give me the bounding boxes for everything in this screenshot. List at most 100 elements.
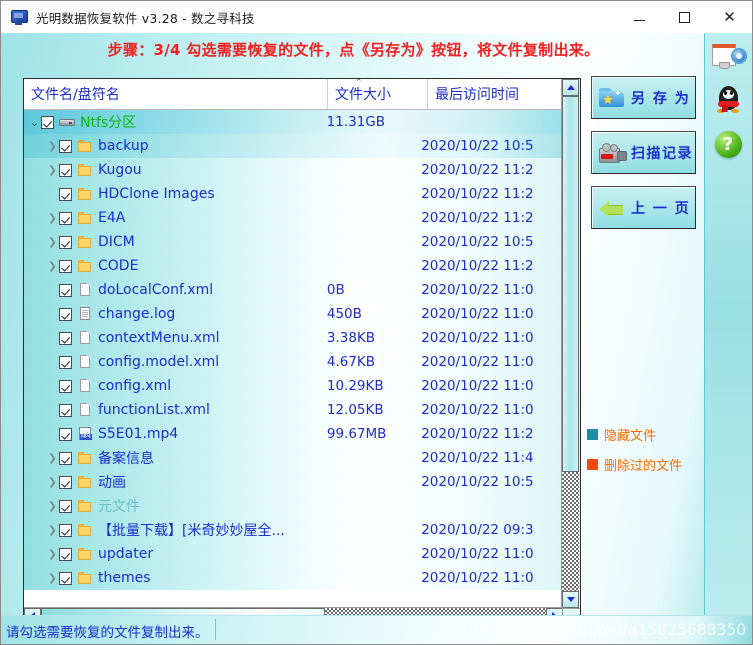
- chevron-right-icon[interactable]: ❯: [46, 518, 59, 542]
- table-row[interactable]: ⌄ Ntfs分区 11.31GB: [24, 110, 563, 134]
- twisty-spacer: [46, 326, 59, 350]
- chevron-right-icon[interactable]: ❯: [46, 494, 59, 518]
- table-row[interactable]: MP4 S5E01.mp4 99.67MB 2020/10/22 11:2: [24, 422, 563, 446]
- table-row[interactable]: functionList.xml 12.05KB 2020/10/22 11:0: [24, 398, 563, 422]
- chevron-down-icon[interactable]: ⌄: [28, 110, 41, 134]
- table-row[interactable]: config.model.xml 4.67KB 2020/10/22 11:0: [24, 350, 563, 374]
- maximize-button[interactable]: [662, 1, 707, 33]
- scan-records-label: 扫描记录: [631, 145, 693, 162]
- scroll-down-button[interactable]: [562, 591, 579, 608]
- column-header-name[interactable]: 文件名/盘符名: [24, 79, 328, 109]
- table-row[interactable]: change.log 450B 2020/10/22 11:0: [24, 302, 563, 326]
- file-time-cell: 2020/10/22 10:5: [421, 138, 534, 154]
- chevron-right-icon[interactable]: ❯: [46, 254, 59, 278]
- chevron-right-icon[interactable]: ❯: [46, 470, 59, 494]
- table-row[interactable]: ❯ 动画 2020/10/22 10:5: [24, 470, 563, 494]
- row-checkbox[interactable]: [59, 355, 72, 369]
- file-list-panel: 文件名/盘符名 ⌃ 文件大小 最后访问时间 ⌄ Ntfs分区 11.31GB ❯ bac…: [23, 78, 581, 626]
- row-checkbox[interactable]: [59, 451, 72, 465]
- file-time-cell: 2020/10/22 09:3: [421, 522, 534, 538]
- table-row[interactable]: contextMenu.xml 3.38KB 2020/10/22 11:0: [24, 326, 563, 350]
- file-name-cell: ❯ Kugou: [24, 158, 320, 182]
- file-name-label: updater: [98, 546, 154, 562]
- scan-records-button[interactable]: 扫描记录: [591, 131, 696, 174]
- table-row[interactable]: ❯ themes 2020/10/22 11:0: [24, 566, 563, 590]
- folder-icon: [77, 258, 93, 274]
- step-banner: 步骤：3/4 勾选需要恢复的文件，点《另存为》按钮，将文件复制出来。: [107, 41, 600, 59]
- file-name-cell: config.xml: [24, 374, 320, 398]
- table-row[interactable]: doLocalConf.xml 0B 2020/10/22 11:0: [24, 278, 563, 302]
- vertical-scroll-thumb[interactable]: [562, 96, 579, 472]
- settings-message-icon[interactable]: [711, 39, 747, 75]
- file-time-cell: 2020/10/22 11:0: [421, 378, 534, 394]
- chevron-right-icon[interactable]: ❯: [46, 230, 59, 254]
- row-checkbox[interactable]: [59, 211, 72, 225]
- folder-icon: [77, 210, 93, 226]
- row-checkbox[interactable]: [59, 427, 72, 441]
- table-row[interactable]: ❯ E4A 2020/10/22 11:2: [24, 206, 563, 230]
- row-checkbox[interactable]: [59, 259, 72, 273]
- column-header-time[interactable]: 最后访问时间: [428, 79, 563, 109]
- file-name-label: 元文件: [98, 499, 140, 515]
- scroll-up-button[interactable]: [562, 79, 579, 96]
- file-name-cell: contextMenu.xml: [24, 326, 320, 350]
- column-header-size[interactable]: ⌃ 文件大小: [328, 79, 428, 109]
- file-name-cell: ❯ CODE: [24, 254, 320, 278]
- file-name-cell: functionList.xml: [24, 398, 320, 422]
- previous-page-button[interactable]: 上 一 页: [591, 186, 696, 229]
- file-size-cell: 10.29KB: [326, 378, 384, 394]
- table-row[interactable]: config.xml 10.29KB 2020/10/22 11:0: [24, 374, 563, 398]
- row-checkbox[interactable]: [41, 115, 54, 129]
- file-time-cell: 2020/10/22 11:0: [421, 306, 534, 322]
- file-name-label: change.log: [98, 306, 176, 322]
- row-checkbox[interactable]: [59, 139, 72, 153]
- file-grid: 文件名/盘符名 ⌃ 文件大小 最后访问时间 ⌄ Ntfs分区 11.31GB ❯ bac…: [24, 79, 563, 608]
- vertical-scroll-track[interactable]: [562, 96, 579, 591]
- legend-swatch-deleted: [587, 459, 598, 470]
- row-checkbox[interactable]: [59, 307, 72, 321]
- table-row[interactable]: ❯ 备案信息 2020/10/22 11:4: [24, 446, 563, 470]
- save-as-button[interactable]: ★ ✦ 另 存 为: [591, 76, 696, 119]
- chevron-right-icon[interactable]: ❯: [46, 158, 59, 182]
- table-row[interactable]: ❯ CODE 2020/10/22 11:2: [24, 254, 563, 278]
- row-checkbox[interactable]: [59, 283, 72, 297]
- chevron-right-icon[interactable]: ❯: [46, 134, 59, 158]
- row-checkbox[interactable]: [59, 163, 72, 177]
- table-row[interactable]: ❯ DICM 2020/10/22 10:5: [24, 230, 563, 254]
- file-time-cell: 2020/10/22 11:0: [421, 546, 534, 562]
- table-row[interactable]: ❯ backup 2020/10/22 10:5: [24, 134, 563, 158]
- row-checkbox[interactable]: [59, 571, 72, 585]
- vertical-scrollbar[interactable]: [561, 79, 580, 608]
- title-bar: 光明数据恢复软件 v3.28 - 数之寻科技 ✕: [1, 1, 752, 33]
- file-name-cell: ❯ E4A: [24, 206, 320, 230]
- table-row[interactable]: ❯ Kugou 2020/10/22 11:2: [24, 158, 563, 182]
- twisty-spacer: [46, 374, 59, 398]
- chevron-right-icon[interactable]: ❯: [46, 446, 59, 470]
- watermark-text: https://blog.csdn.net/a15825688350: [463, 620, 746, 639]
- table-row[interactable]: HDClone Images 2020/10/22 11:2: [24, 182, 563, 206]
- qq-penguin-icon[interactable]: [711, 83, 747, 119]
- row-checkbox[interactable]: [59, 499, 72, 513]
- row-checkbox[interactable]: [59, 379, 72, 393]
- table-row[interactable]: ❯ 元文件: [24, 494, 563, 518]
- action-button-column: ★ ✦ 另 存 为 扫描记录 上 一 页: [591, 76, 696, 241]
- row-checkbox[interactable]: [59, 187, 72, 201]
- minimize-button[interactable]: [617, 1, 662, 33]
- row-checkbox[interactable]: [59, 235, 72, 249]
- row-checkbox[interactable]: [59, 547, 72, 561]
- row-checkbox[interactable]: [59, 331, 72, 345]
- folder-icon: [77, 138, 93, 154]
- help-question-icon[interactable]: ?: [711, 127, 747, 163]
- legend-swatch-hidden: [587, 429, 598, 440]
- row-checkbox[interactable]: [59, 523, 72, 537]
- close-button[interactable]: ✕: [707, 1, 752, 33]
- row-checkbox[interactable]: [59, 475, 72, 489]
- table-row[interactable]: ❯ updater 2020/10/22 11:0: [24, 542, 563, 566]
- table-row[interactable]: ❯ 【批量下载】[米奇妙妙屋全... 2020/10/22 09:3: [24, 518, 563, 542]
- file-name-label: 备案信息: [98, 451, 154, 467]
- chevron-right-icon[interactable]: ❯: [46, 566, 59, 590]
- file-size-cell: 11.31GB: [326, 114, 386, 130]
- chevron-right-icon[interactable]: ❯: [46, 206, 59, 230]
- row-checkbox[interactable]: [59, 403, 72, 417]
- chevron-right-icon[interactable]: ❯: [46, 542, 59, 566]
